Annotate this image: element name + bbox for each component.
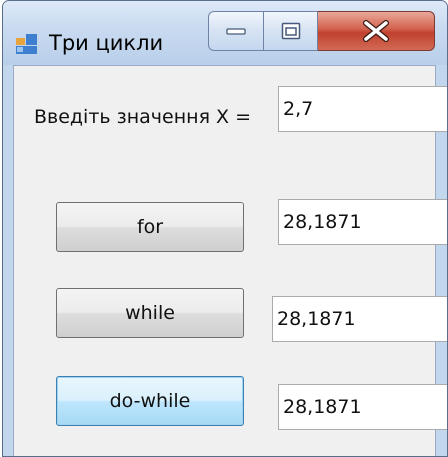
close-button[interactable] bbox=[318, 11, 435, 51]
while-result-field[interactable]: 28,1871 bbox=[272, 296, 447, 342]
for-result-field[interactable]: 28,1871 bbox=[278, 199, 447, 245]
minimize-button[interactable] bbox=[208, 11, 264, 51]
minimize-icon bbox=[226, 28, 246, 35]
do-while-button[interactable]: do-while bbox=[56, 376, 244, 426]
x-value-label: Введіть значення X = bbox=[34, 106, 252, 128]
title-bar[interactable]: Три цикли bbox=[3, 1, 447, 65]
maximize-button[interactable] bbox=[264, 11, 318, 51]
close-icon bbox=[363, 20, 389, 42]
window-title: Три цикли bbox=[49, 31, 164, 55]
maximize-icon bbox=[281, 22, 300, 40]
app-window-icon[interactable] bbox=[16, 34, 38, 54]
app-window: Три цикли Введіть значення X = 2,7 for 2… bbox=[2, 0, 448, 457]
while-button[interactable]: while bbox=[56, 288, 244, 338]
do-while-result-field[interactable]: 28,1871 bbox=[278, 384, 447, 430]
for-button[interactable]: for bbox=[56, 202, 244, 252]
x-value-input[interactable]: 2,7 bbox=[278, 86, 447, 132]
form-client-area: Введіть значення X = 2,7 for 28,1871 whi… bbox=[13, 65, 447, 456]
